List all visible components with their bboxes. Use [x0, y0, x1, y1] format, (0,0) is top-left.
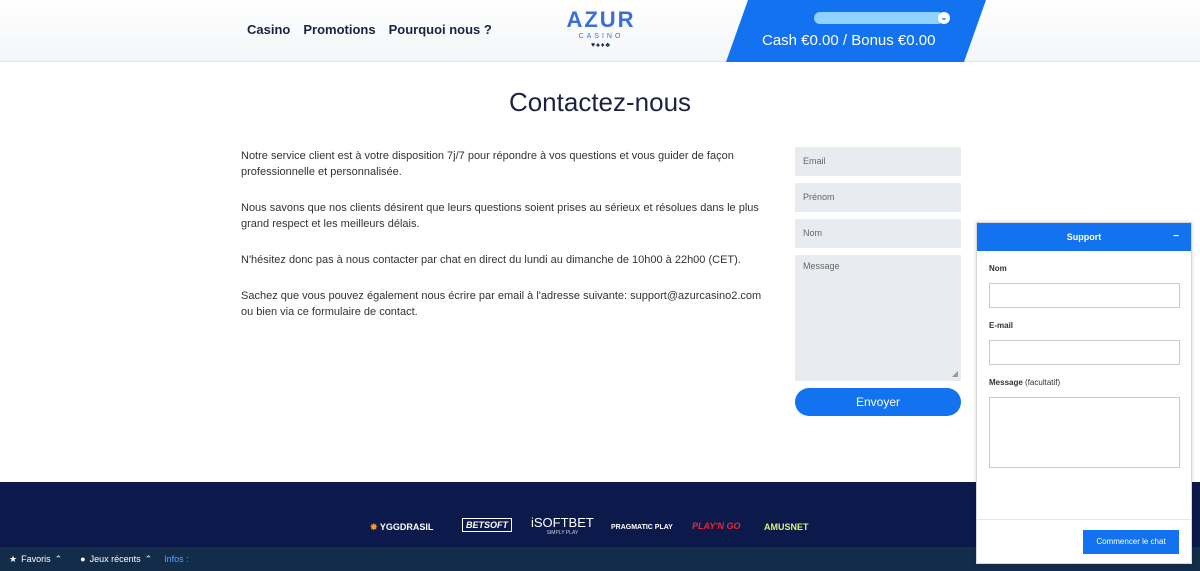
yggdrasil-icon: ✸	[370, 522, 378, 532]
site-logo[interactable]: AZUR CASINO ♥♠♦♣	[564, 8, 638, 52]
balance-display: Cash €0.00 / Bonus €0.00	[762, 32, 936, 49]
nav-promotions[interactable]: Promotions	[303, 22, 375, 37]
chevron-up-icon: ⌃	[54, 553, 63, 564]
contact-intro: Notre service client est à votre disposi…	[241, 148, 776, 340]
favorites-toggle[interactable]: ★ Favoris ⌃	[9, 554, 62, 565]
support-header[interactable]: Support −	[977, 223, 1191, 251]
page-title: Contactez-nous	[508, 87, 692, 117]
minimize-icon[interactable]: −	[1173, 223, 1179, 251]
nav-casino[interactable]: Casino	[247, 22, 290, 37]
star-icon: ★	[9, 553, 18, 564]
support-message-label: Message (facultatif)	[989, 378, 1061, 387]
support-message-textarea[interactable]	[989, 397, 1180, 468]
intro-paragraph: Notre service client est à votre disposi…	[241, 150, 734, 178]
chevron-up-icon: ⌃	[144, 553, 153, 564]
provider-logo-isoftbet[interactable]: iSOFTBET SIMPLY PLAY	[531, 515, 594, 536]
support-email-input[interactable]	[989, 340, 1180, 365]
support-email-label: E-mail	[989, 321, 1014, 330]
start-chat-button[interactable]: Commencer le chat	[1083, 530, 1179, 554]
intro-paragraph: N'hésitez donc pas à nous contacter par …	[241, 254, 741, 266]
support-name-input[interactable]	[989, 283, 1180, 308]
contact-form: Email Prénom Nom Message ◢ Envoyer	[795, 147, 961, 416]
intro-paragraph: Sachez que vous pouvez également nous éc…	[241, 290, 762, 318]
provider-logo-yggdrasil[interactable]: ✸ YGGDRASIL	[370, 522, 433, 533]
info-link[interactable]: Infos :	[164, 554, 189, 564]
nav-why-us[interactable]: Pourquoi nous ?	[389, 22, 492, 37]
chevron-down-icon[interactable]: ⌄	[938, 12, 950, 24]
support-name-label: Nom	[989, 264, 1007, 273]
account-name-redacted	[814, 12, 944, 24]
logo-suits-icon: ♥♠♦♣	[590, 42, 612, 49]
optional-hint: (facultatif)	[1025, 378, 1061, 387]
message-placeholder: Message	[803, 261, 840, 271]
account-panel[interactable]: ⌄ Cash €0.00 / Bonus €0.00	[726, 0, 986, 62]
support-title: Support	[1066, 232, 1102, 242]
provider-logo-playngo[interactable]: PLAY'N GO	[692, 521, 740, 531]
support-footer: Commencer le chat	[977, 519, 1191, 563]
logo-subtitle: CASINO	[578, 33, 624, 40]
intro-paragraph: Nous savons que nos clients désirent que…	[241, 202, 759, 230]
main-nav: Casino Promotions Pourquoi nous ?	[247, 22, 492, 37]
recent-games-toggle[interactable]: ● Jeux récents ⌃	[80, 554, 152, 565]
firstname-field[interactable]: Prénom	[795, 183, 961, 212]
email-field[interactable]: Email	[795, 147, 961, 176]
support-chat-widget: Support − Nom E-mail Message (facultatif…	[976, 222, 1192, 564]
provider-logo-amusnet[interactable]: AMUSNET	[764, 522, 809, 532]
provider-logo-betsoft[interactable]: BETSOFT	[462, 518, 512, 532]
send-button[interactable]: Envoyer	[795, 388, 961, 416]
resize-grip-icon[interactable]: ◢	[952, 369, 958, 378]
site-header: Casino Promotions Pourquoi nous ? AZUR C…	[0, 0, 1200, 62]
provider-logo-pragmatic-play[interactable]: PRAGMATIC PLAY	[611, 524, 673, 531]
name-field[interactable]: Nom	[795, 219, 961, 248]
clock-icon: ●	[80, 554, 86, 564]
logo-wordmark: AZUR	[566, 7, 636, 32]
message-field[interactable]: Message ◢	[795, 255, 961, 381]
